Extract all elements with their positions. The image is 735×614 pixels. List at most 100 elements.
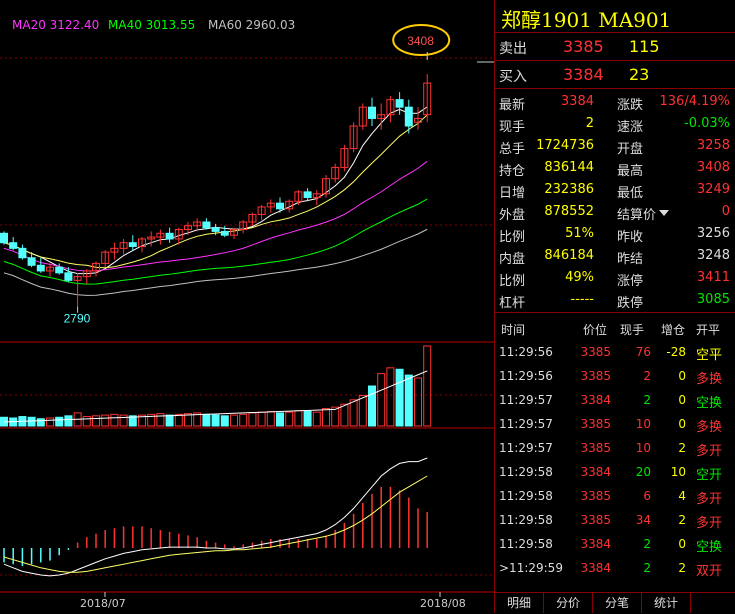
volume-bar — [36, 418, 45, 427]
trade-price: 3385 — [580, 369, 611, 383]
volume-bar — [386, 367, 395, 427]
stat-label: 日增 — [499, 186, 526, 201]
low-marker-label: 2790 — [64, 312, 91, 326]
trade-type: 多换 — [696, 420, 723, 435]
stat-value: 3085 — [696, 292, 730, 307]
trade-time: 11:29:57 — [499, 441, 553, 455]
ma60-line — [3, 228, 428, 296]
trade-row[interactable]: 11:29:58 3384 20 10 空开 — [495, 460, 735, 484]
col-hand: 现手 — [620, 323, 645, 337]
trade-row[interactable]: 11:29:58 3385 6 4 多开 — [495, 484, 735, 508]
trade-row[interactable]: 11:29:58 3385 34 2 多开 — [495, 508, 735, 532]
macd-dea-line — [3, 475, 428, 573]
trade-hand: 10 — [635, 441, 651, 455]
volume-bar — [119, 414, 128, 427]
trade-type: 空换 — [696, 540, 723, 555]
trade-type: 多开 — [696, 516, 723, 531]
buy-volume: 23 — [629, 65, 650, 84]
stats-row: 最新 3384 涨跌 136/4.19% — [495, 91, 735, 113]
trade-row[interactable]: 11:29:56 3385 76 -28 空平 — [495, 340, 735, 364]
candle-body — [220, 230, 229, 236]
stat-label: 最新 — [499, 98, 526, 113]
stat-label: 跌停 — [617, 296, 644, 311]
kline-chart[interactable]: 3408 2790 — [0, 0, 494, 613]
trade-row[interactable]: 11:29:57 3385 10 0 多换 — [495, 412, 735, 436]
stats-row: 持仓 836144 最高 3408 — [495, 157, 735, 179]
sell-volume: 115 — [629, 37, 660, 56]
stats-row: 内盘 846184 昨结 3248 — [495, 245, 735, 267]
trade-price: 3384 — [580, 537, 611, 551]
open-interest-line — [3, 370, 428, 423]
trade-row[interactable]: 11:29:56 3385 2 0 多换 — [495, 364, 735, 388]
volume-bar — [303, 410, 312, 427]
candle-body — [55, 266, 64, 274]
stat-value: 232386 — [544, 182, 594, 197]
stat-value: 3258 — [696, 138, 730, 153]
volume-bar — [202, 413, 211, 427]
trade-row[interactable]: 11:29:57 3385 10 2 多开 — [495, 436, 735, 460]
trade-type: 多换 — [696, 372, 723, 387]
trade-time: 11:29:58 — [499, 513, 553, 527]
volume-bar — [257, 411, 266, 427]
stat-label: 昨收 — [617, 230, 644, 245]
stat-label: 比例 — [499, 230, 526, 245]
trade-time: 11:29:58 — [499, 465, 553, 479]
stat-label: 外盘 — [499, 208, 526, 223]
trade-row[interactable]: >11:29:59 3384 2 2 双开 — [495, 556, 735, 580]
stat-label: 最高 — [617, 164, 644, 179]
trade-hand: 2 — [643, 393, 651, 407]
trade-type: 多开 — [696, 492, 723, 507]
trade-pos: 0 — [678, 537, 686, 551]
trade-price: 3384 — [580, 465, 611, 479]
trades-header: 时间 价位 现手 增仓 开平 — [495, 316, 735, 340]
trade-price: 3385 — [580, 441, 611, 455]
trade-hand: 2 — [643, 369, 651, 383]
trade-hand: 10 — [635, 417, 651, 431]
trade-row[interactable]: 11:29:58 3384 2 0 空换 — [495, 532, 735, 556]
candle-body — [18, 247, 27, 259]
candle-body — [395, 99, 404, 108]
volume-bar — [322, 408, 330, 427]
stat-value: 3248 — [696, 248, 730, 263]
volume-bar — [165, 414, 174, 427]
dropdown-caret-icon[interactable] — [659, 210, 669, 216]
volume-bar — [349, 399, 358, 427]
stat-value: 136/4.19% — [659, 94, 731, 109]
stats-row: 现手 2 速涨 -0.03% — [495, 113, 735, 135]
stat-label: 昨结 — [617, 252, 644, 267]
stat-label: 持仓 — [499, 164, 526, 179]
trade-price: 3384 — [580, 393, 611, 407]
tab-price-dist[interactable]: 分价 — [544, 593, 593, 613]
stat-value: 836144 — [544, 160, 594, 175]
volume-bar — [248, 412, 257, 427]
candle-body — [36, 264, 45, 272]
stat-value: 3411 — [696, 270, 730, 285]
tab-stats[interactable]: 统计 — [642, 593, 691, 613]
stat-value: 3256 — [696, 226, 730, 241]
sell-quote-row[interactable]: 卖出 3385 115 — [495, 35, 735, 57]
trade-type: 空换 — [696, 396, 723, 411]
divider — [495, 312, 735, 313]
trade-row[interactable]: 11:29:57 3384 2 0 空换 — [495, 388, 735, 412]
ma60-legend: MA60 2960.03 — [208, 18, 296, 32]
volume-bar — [395, 368, 404, 427]
trade-price: 3385 — [580, 417, 611, 431]
stat-value: 878552 — [544, 204, 594, 219]
trade-hand: 20 — [635, 465, 651, 479]
trade-hand: 6 — [643, 489, 651, 503]
trade-pos: 4 — [678, 489, 686, 503]
stats-row: 杠杆 ----- 跌停 3085 — [495, 289, 735, 311]
volume-bar — [377, 373, 386, 427]
volume-bar — [285, 411, 294, 427]
high-marker-label: 3408 — [407, 34, 434, 48]
ma20-legend: MA20 3122.40 — [12, 18, 100, 32]
tab-detail[interactable]: 明细 — [495, 593, 544, 613]
stat-label[interactable]: 结算价 — [617, 204, 656, 223]
trade-time: 11:29:58 — [499, 537, 553, 551]
volume-bar — [423, 345, 432, 427]
buy-quote-row[interactable]: 买入 3384 23 — [495, 63, 735, 85]
macd-dif-line — [3, 457, 428, 577]
stat-label: 现手 — [499, 120, 526, 135]
tab-ticks[interactable]: 分笔 — [593, 593, 642, 613]
kline-chart-area[interactable]: 3408 2790 MA20 3122.40 MA40 3013.55 MA60 … — [0, 0, 494, 613]
